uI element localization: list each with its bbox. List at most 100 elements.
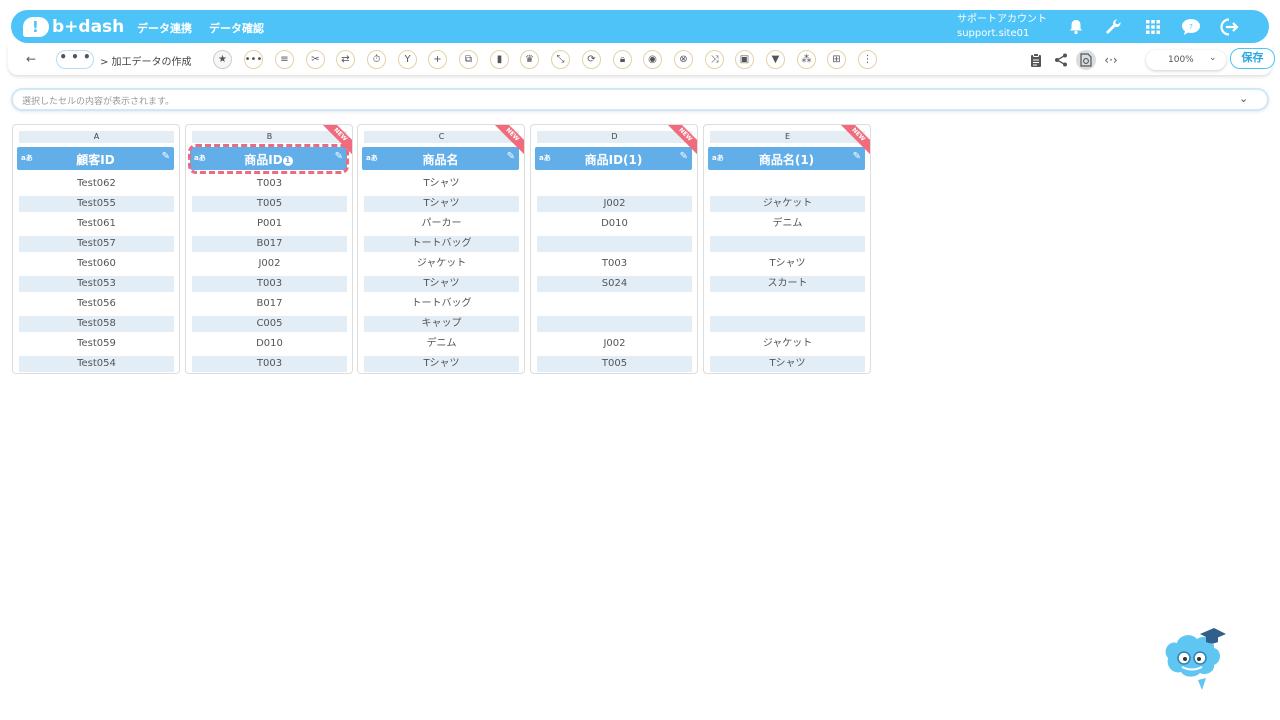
table-cell[interactable]: T005 [192, 196, 347, 212]
list-icon[interactable]: ≡ [275, 50, 294, 69]
logout-icon[interactable] [1219, 16, 1241, 38]
pencil-edit-icon[interactable]: ✎ [507, 151, 515, 162]
table-cell[interactable] [710, 236, 865, 252]
table-cell[interactable]: Tシャツ [364, 276, 519, 292]
table-cell[interactable]: Test058 [19, 316, 174, 332]
account-info[interactable]: サポートアカウント support.site01 [957, 13, 1047, 41]
table-cell[interactable]: J002 [537, 196, 692, 212]
table-cell[interactable]: パーカー [364, 216, 519, 232]
table-icon[interactable]: ⊞ [827, 50, 846, 69]
plus-icon[interactable]: + [428, 50, 447, 69]
table-cell[interactable]: スカート [710, 276, 865, 292]
table-cell[interactable]: T003 [192, 276, 347, 292]
clipboard-icon[interactable] [1026, 50, 1046, 70]
wrench-icon[interactable] [1103, 16, 1125, 38]
column-header[interactable]: aあ 商品名(1) ✎ [708, 147, 865, 170]
columns-icon[interactable]: ⋮ [858, 50, 877, 69]
b-dash-logo[interactable]: b+dash [23, 16, 124, 38]
table-cell[interactable]: キャップ [364, 316, 519, 332]
table-cell[interactable] [537, 236, 692, 252]
table-cell[interactable]: Test061 [19, 216, 174, 232]
table-cell[interactable]: Test056 [19, 296, 174, 312]
share-icon[interactable] [1051, 50, 1071, 70]
timer-icon[interactable]: ⏱ [367, 50, 386, 69]
table-cell[interactable]: デニム [364, 336, 519, 352]
table-cell[interactable]: Test054 [19, 356, 174, 372]
table-cell[interactable]: Test055 [19, 196, 174, 212]
frame-icon[interactable]: ▣ [735, 50, 754, 69]
table-cell[interactable]: トートバッグ [364, 296, 519, 312]
scissors-tools-icon[interactable]: ✂ [306, 50, 325, 69]
more-menu-button[interactable]: • • • [56, 50, 94, 69]
table-cell[interactable] [537, 316, 692, 332]
shuffle-icon[interactable]: ⤨ [705, 50, 724, 69]
table-cell[interactable]: J002 [537, 336, 692, 352]
pencil-edit-icon[interactable]: ✎ [853, 151, 861, 162]
table-cell[interactable]: P001 [192, 216, 347, 232]
table-cell[interactable]: B017 [192, 236, 347, 252]
lock-icon[interactable]: 🔒︎ [613, 50, 632, 69]
table-cell[interactable]: Test057 [19, 236, 174, 252]
table-cell[interactable]: D010 [537, 216, 692, 232]
table-cell[interactable] [710, 316, 865, 332]
crown-icon[interactable]: ♛ [520, 50, 539, 69]
merge-icon[interactable]: Y [398, 50, 417, 69]
more-dots-icon[interactable]: ••• [244, 50, 263, 69]
expand-width-icon[interactable]: ‹·› [1101, 50, 1121, 70]
table-cell[interactable]: ジャケット [364, 256, 519, 272]
table-cell[interactable]: T005 [537, 356, 692, 372]
table-cell[interactable]: デニム [710, 216, 865, 232]
star-icon[interactable]: ★ [213, 50, 232, 69]
bag-icon[interactable]: ◉ [643, 50, 662, 69]
nav-data-check[interactable]: データ確認 [209, 20, 264, 36]
copy-icon[interactable]: ⧉ [459, 50, 478, 69]
table-cell[interactable]: T003 [537, 256, 692, 272]
table-cell[interactable]: Test053 [19, 276, 174, 292]
table-cell[interactable]: C005 [192, 316, 347, 332]
table-cell[interactable]: S024 [537, 276, 692, 292]
help-chat-icon[interactable]: ? [1180, 16, 1202, 38]
column-letter[interactable]: D [537, 131, 692, 143]
table-cell[interactable]: Tシャツ [364, 356, 519, 372]
compress-icon[interactable]: ⤡ [551, 50, 570, 69]
mascot-assistant[interactable] [1160, 626, 1228, 690]
back-arrow-icon[interactable]: ← [26, 52, 36, 66]
pencil-edit-icon[interactable]: ✎ [680, 151, 688, 162]
zoom-select[interactable]: 100% ⌄ [1146, 50, 1226, 70]
table-cell[interactable]: Test059 [19, 336, 174, 352]
table-cell[interactable]: Test062 [19, 176, 174, 192]
column-header[interactable]: aあ 商品ID(1) ✎ [535, 147, 692, 170]
table-cell[interactable]: T003 [192, 176, 347, 192]
trash-icon[interactable]: ▮ [490, 50, 509, 69]
cell-content-bar[interactable]: 選択したセルの内容が表示されます。 ⌄ [11, 88, 1269, 111]
column-letter[interactable]: E [710, 131, 865, 143]
close-circle-icon[interactable]: ⊗ [674, 50, 693, 69]
save-button[interactable]: 保存 [1230, 48, 1275, 69]
column-letter[interactable]: B [192, 131, 347, 143]
table-cell[interactable]: B017 [192, 296, 347, 312]
text-convert-icon[interactable]: ⁂ [797, 50, 816, 69]
repeat-icon[interactable]: ⟳ [582, 50, 601, 69]
table-cell[interactable] [710, 176, 865, 192]
nav-data-integration[interactable]: データ連携 [137, 20, 192, 36]
table-cell[interactable]: Tシャツ [710, 256, 865, 272]
table-cell[interactable]: Test060 [19, 256, 174, 272]
chevron-down-icon[interactable]: ⌄ [1239, 92, 1248, 105]
filter-icon[interactable]: ▼ [766, 50, 785, 69]
table-cell[interactable]: ジャケット [710, 196, 865, 212]
table-cell[interactable]: Tシャツ [710, 356, 865, 372]
table-cell[interactable]: トートバッグ [364, 236, 519, 252]
column-header[interactable]: aあ 顧客ID ✎ [17, 147, 174, 170]
column-letter[interactable]: C [364, 131, 519, 143]
bell-icon[interactable] [1065, 16, 1087, 38]
grid-apps-icon[interactable] [1142, 16, 1164, 38]
table-cell[interactable]: T003 [192, 356, 347, 372]
table-cell[interactable]: J002 [192, 256, 347, 272]
column-letter[interactable]: A [19, 131, 174, 143]
pencil-edit-icon[interactable]: ✎ [162, 151, 170, 162]
table-cell[interactable]: ジャケット [710, 336, 865, 352]
table-cell[interactable]: D010 [192, 336, 347, 352]
swap-icon[interactable]: ⇄ [336, 50, 355, 69]
table-cell[interactable] [537, 176, 692, 192]
table-cell[interactable]: Tシャツ [364, 196, 519, 212]
